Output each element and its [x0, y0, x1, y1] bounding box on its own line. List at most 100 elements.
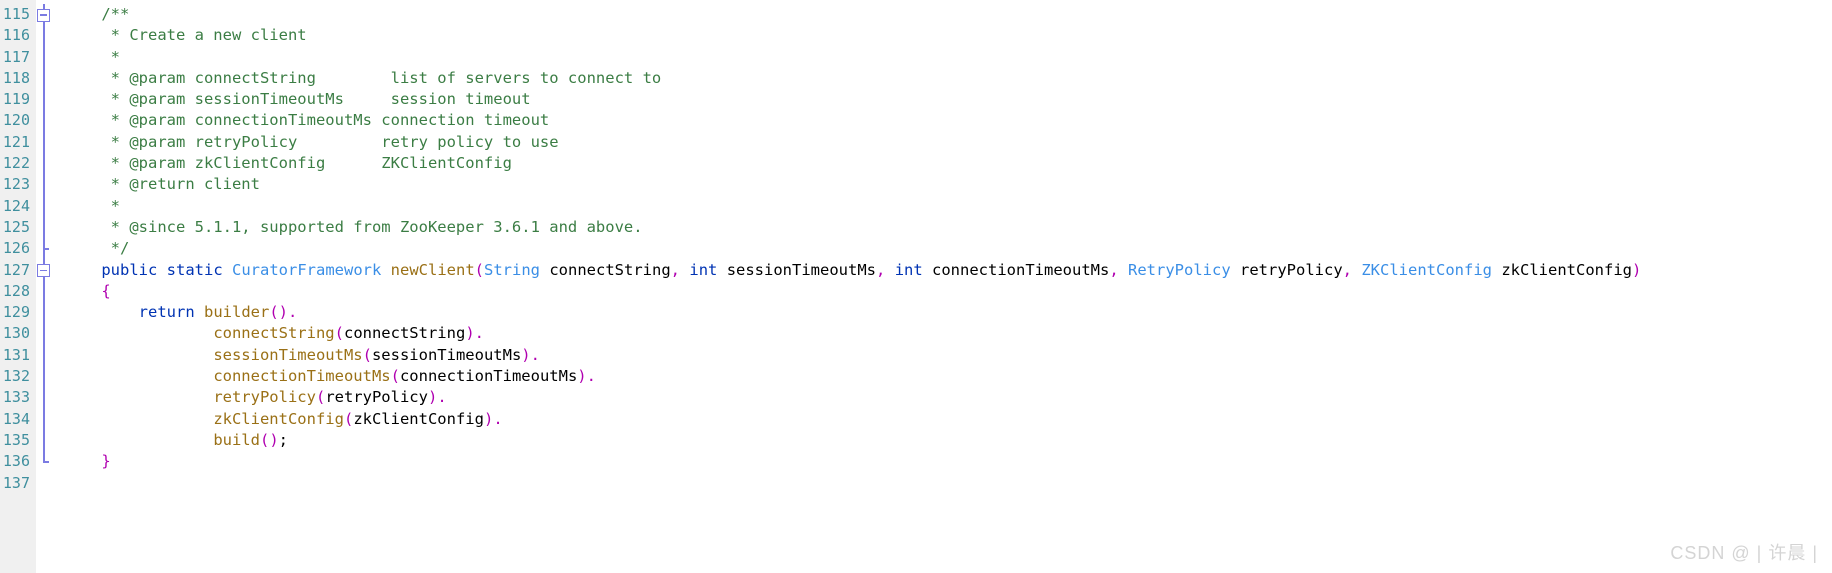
- code-line[interactable]: *: [64, 47, 1832, 68]
- line-number: 137: [2, 473, 30, 492]
- code-token-cmt: /**: [101, 5, 130, 23]
- code-token-cmt: * @param connectionTimeoutMs connection …: [64, 111, 550, 130]
- code-token-pun: (: [390, 367, 400, 386]
- code-token-id: [64, 388, 213, 406]
- code-token-mth: retryPolicy: [213, 388, 316, 407]
- code-token-pun: ): [465, 324, 475, 343]
- code-token-mth: builder: [204, 303, 270, 322]
- code-line[interactable]: * @param zkClientConfig ZKClientConfig: [64, 153, 1832, 174]
- code-token-id: [1352, 261, 1361, 279]
- fold-row: [36, 387, 52, 408]
- code-text-area[interactable]: /** * Create a new client * * @param con…: [52, 0, 1832, 573]
- code-token-id: [64, 410, 213, 428]
- line-number-gutter[interactable]: 115 116 117 118 119 120 121 122 123 124 125 126 127 1…: [0, 0, 36, 573]
- code-token-id: [885, 261, 894, 279]
- fold-row: [36, 25, 52, 46]
- fold-row: [36, 281, 52, 302]
- collapse-minus-icon[interactable]: [37, 264, 50, 278]
- line-number: 134: [2, 409, 30, 428]
- code-token-id: [1119, 261, 1128, 279]
- code-line[interactable]: sessionTimeoutMs(sessionTimeoutMs).: [64, 345, 1832, 366]
- fold-row: [36, 217, 52, 238]
- code-token-pun: ,: [670, 260, 681, 279]
- code-line[interactable]: /**: [64, 4, 1832, 25]
- code-token-pun: ): [521, 345, 531, 364]
- code-token-pun: (: [474, 260, 485, 279]
- code-line[interactable]: zkClientConfig(zkClientConfig).: [64, 409, 1832, 430]
- fold-row: [36, 47, 52, 68]
- fold-row: [36, 174, 52, 195]
- code-token-id: [381, 261, 390, 279]
- code-editor[interactable]: 115 116 117 118 119 120 121 122 123 124 125 126 127 1…: [0, 0, 1832, 573]
- code-line[interactable]: * @param connectString list of servers t…: [64, 68, 1832, 89]
- code-token-cmt: * @param zkClientConfig ZKClientConfig: [64, 154, 512, 173]
- code-folding-gutter[interactable]: [36, 0, 52, 573]
- code-token-kw: return: [138, 303, 195, 322]
- code-token-pun: (: [362, 345, 372, 364]
- line-number: 127: [2, 260, 30, 279]
- fold-region-end-icon[interactable]: [43, 461, 49, 463]
- fold-region-end-icon[interactable]: [43, 248, 49, 250]
- code-line[interactable]: connectString(connectString).: [64, 323, 1832, 344]
- code-line[interactable]: * @param connectionTimeoutMs connection …: [64, 110, 1832, 131]
- code-line[interactable]: * Create a new client: [64, 25, 1832, 46]
- code-token-pun: (): [269, 303, 288, 322]
- code-token-pun: ): [483, 409, 494, 428]
- collapse-minus-icon[interactable]: [37, 8, 50, 22]
- code-token-mth: build: [213, 430, 260, 449]
- code-line[interactable]: [64, 473, 1832, 494]
- code-token-id: sessionTimeoutMs: [717, 260, 876, 279]
- fold-row: [36, 409, 52, 430]
- code-token-id: ;: [278, 430, 288, 449]
- line-number: 128: [2, 281, 30, 300]
- fold-row: [36, 132, 52, 153]
- fold-row: [36, 430, 52, 451]
- code-token-pun: .: [288, 303, 298, 322]
- code-line[interactable]: * @return client: [64, 174, 1832, 195]
- code-line[interactable]: {: [64, 281, 1832, 302]
- code-line[interactable]: }: [64, 451, 1832, 472]
- line-number: 118: [2, 68, 30, 87]
- line-number: 135: [2, 430, 30, 449]
- code-token-pun: ,: [1342, 260, 1352, 279]
- code-line[interactable]: retryPolicy(retryPolicy).: [64, 387, 1832, 408]
- code-token-id: [64, 452, 101, 470]
- code-token-type: RetryPolicy: [1128, 260, 1231, 279]
- code-line[interactable]: * @param retryPolicy retry policy to use: [64, 132, 1832, 153]
- code-line[interactable]: * @param sessionTimeoutMs session timeou…: [64, 89, 1832, 110]
- code-token-id: connectionTimeoutMs: [399, 367, 578, 386]
- fold-row: [36, 323, 52, 344]
- code-line[interactable]: build();: [64, 430, 1832, 451]
- code-line[interactable]: connectionTimeoutMs(connectionTimeoutMs)…: [64, 366, 1832, 387]
- code-line[interactable]: return builder().: [64, 302, 1832, 323]
- code-token-kw: public: [101, 260, 158, 279]
- code-token-id: connectString: [540, 260, 671, 279]
- code-token-cmt: *: [64, 47, 120, 66]
- code-token-mth: connectionTimeoutMs: [213, 367, 391, 386]
- code-line[interactable]: */: [64, 238, 1832, 259]
- code-line[interactable]: * @since 5.1.1, supported from ZooKeeper…: [64, 217, 1832, 238]
- code-token-id: [64, 303, 139, 321]
- code-token-id: [64, 324, 213, 342]
- code-token-id: [64, 5, 101, 23]
- code-token-pun: (: [315, 388, 326, 407]
- line-number: 116: [2, 26, 30, 45]
- code-line[interactable]: public static CuratorFramework newClient…: [64, 260, 1832, 281]
- line-number: 132: [2, 367, 30, 386]
- csdn-watermark: CSDN @ | 许晨 |: [1670, 543, 1818, 563]
- code-token-id: [157, 261, 166, 279]
- line-number: 133: [2, 388, 30, 407]
- fold-row: [36, 196, 52, 217]
- line-number: 131: [2, 345, 30, 364]
- code-token-type: ZKClientConfig: [1361, 260, 1492, 279]
- code-token-id: connectionTimeoutMs: [922, 260, 1110, 279]
- code-token-pun: .: [437, 388, 447, 407]
- fold-row: [36, 302, 52, 323]
- line-number: 125: [2, 217, 30, 236]
- code-line[interactable]: *: [64, 196, 1832, 217]
- code-token-id: [64, 367, 213, 385]
- line-number: 129: [2, 303, 30, 322]
- fold-row: [36, 110, 52, 131]
- code-token-type: CuratorFramework: [232, 260, 382, 279]
- fold-row: [36, 366, 52, 387]
